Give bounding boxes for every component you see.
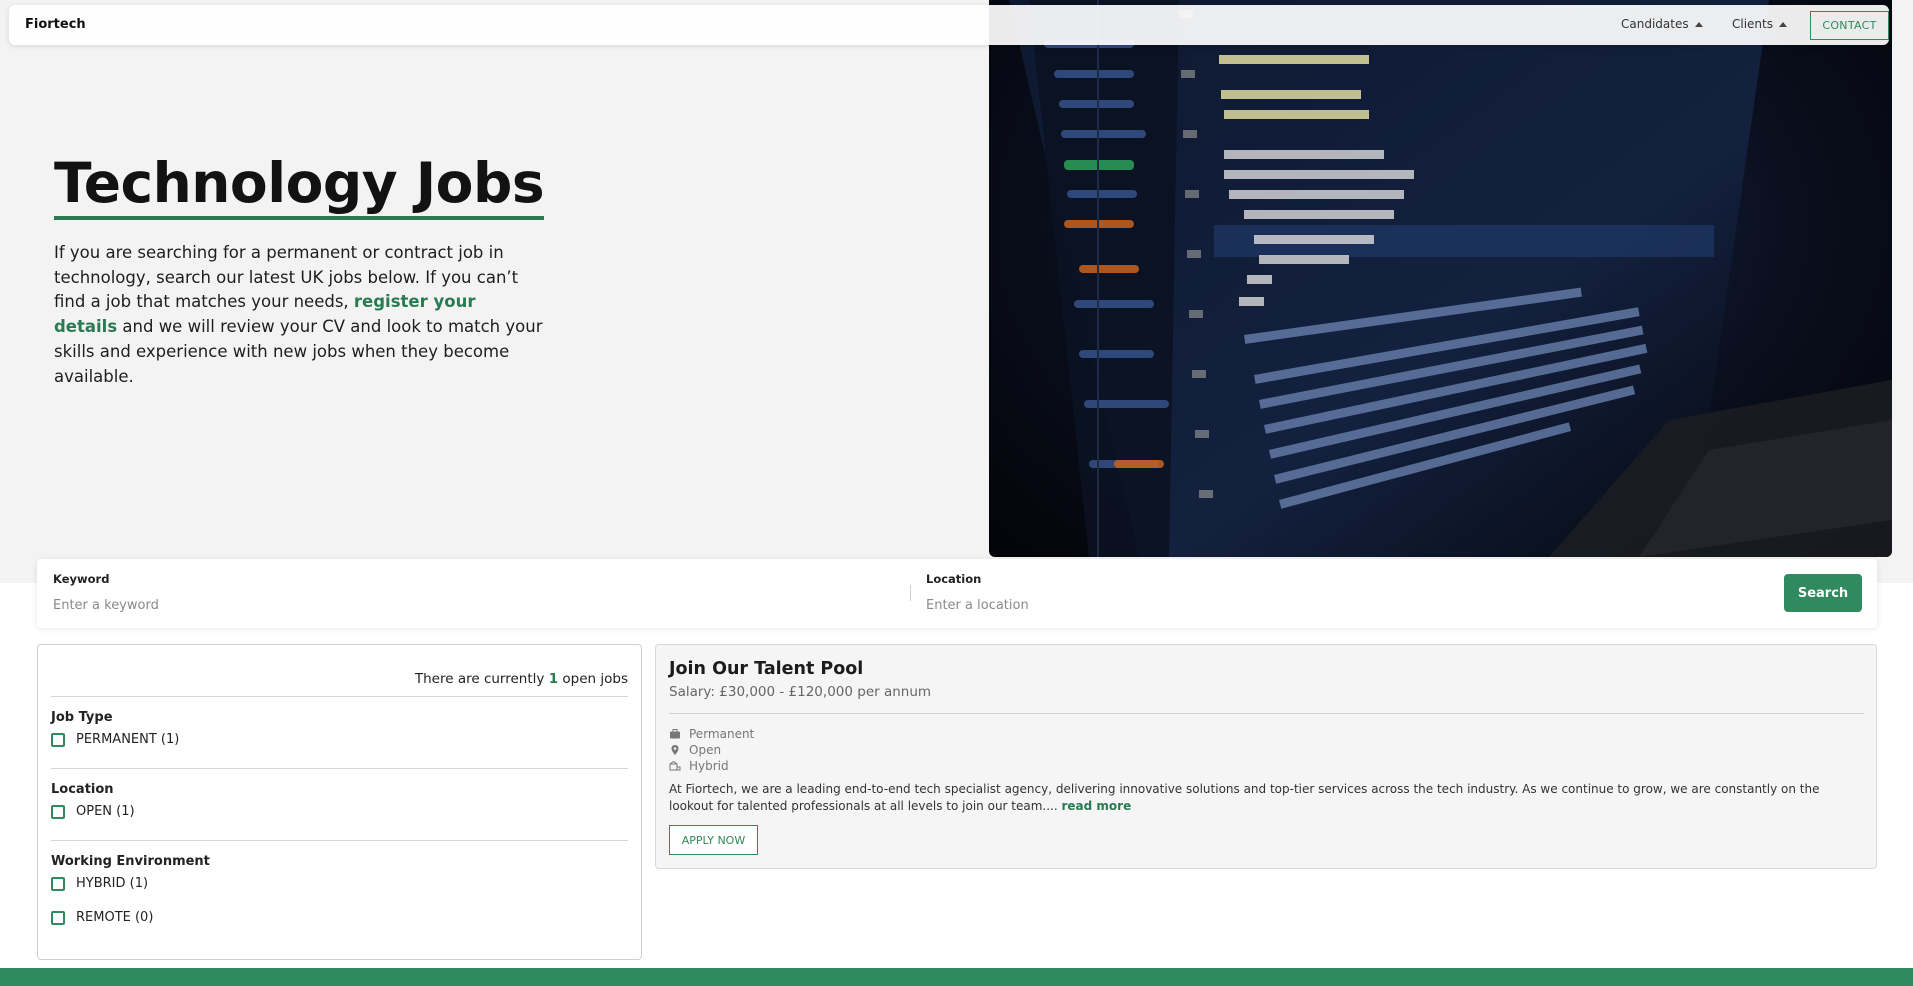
location-input[interactable] [926, 598, 1526, 613]
filter-option-open[interactable]: OPEN (1) [51, 804, 135, 819]
open-jobs-count: There are currently 1 open jobs [415, 671, 628, 687]
filter-option-label: HYBRID (1) [76, 876, 149, 891]
nav-candidates[interactable]: Candidates [1621, 17, 1703, 31]
hero-description: If you are searching for a permanent or … [54, 241, 544, 389]
count-value: 1 [548, 671, 559, 687]
filter-option-remote[interactable]: REMOTE (0) [51, 910, 153, 925]
checkbox[interactable] [51, 910, 65, 925]
filter-option-label: REMOTE (0) [76, 910, 154, 925]
job-salary: Salary: £30,000 - £120,000 per annum [669, 684, 932, 700]
filter-option-hybrid[interactable]: HYBRID (1) [51, 876, 148, 891]
job-meta-type: Permanent [669, 727, 754, 741]
hero-text-after: and we will review your CV and look to m… [54, 317, 543, 386]
job-description-text: At Fiortech, we are a leading end-to-end… [669, 782, 1820, 813]
job-divider [669, 713, 1864, 714]
brand-logo[interactable]: Fiortech [25, 17, 86, 32]
filter-divider [51, 840, 628, 841]
checkbox[interactable] [51, 876, 65, 891]
read-more-link[interactable]: read more [1062, 799, 1132, 813]
count-prefix: There are currently [414, 671, 549, 687]
job-meta-location: Open [669, 743, 721, 757]
job-location-text: Open [689, 743, 722, 757]
briefcase-icon [670, 729, 680, 739]
job-environment-text: Hybrid [689, 759, 729, 773]
location-label: Location [926, 572, 982, 586]
search-button[interactable]: Search [1784, 574, 1862, 612]
job-card: Join Our Talent Pool Salary: £30,000 - £… [655, 644, 1877, 869]
filter-option-label: OPEN (1) [76, 804, 135, 819]
job-title[interactable]: Join Our Talent Pool [669, 659, 863, 679]
job-meta-environment: Hybrid [669, 759, 729, 773]
filter-divider [51, 768, 628, 769]
keyword-input[interactable] [53, 598, 653, 613]
nav-candidates-label: Candidates [1621, 17, 1689, 31]
nav-clients[interactable]: Clients [1732, 17, 1787, 31]
top-navbar: Fiortech Candidates Clients CONTACT [9, 5, 1889, 45]
filter-heading-job-type: Job Type [51, 710, 113, 725]
filter-heading-location: Location [51, 782, 114, 797]
checkbox[interactable] [51, 804, 65, 819]
hero-image [989, 0, 1892, 557]
filters-panel: There are currently 1 open jobs Job Type… [37, 644, 642, 960]
search-divider [910, 585, 911, 601]
caret-up-icon [1779, 21, 1787, 27]
filter-heading-working-environment: Working Environment [51, 854, 210, 869]
location-field: Location [926, 572, 1526, 613]
footer-band [0, 968, 1913, 986]
filter-option-permanent[interactable]: PERMANENT (1) [51, 732, 179, 747]
nav-clients-label: Clients [1732, 17, 1773, 31]
caret-up-icon [1694, 21, 1703, 27]
filter-divider [51, 696, 628, 697]
hybrid-icon [669, 760, 681, 771]
job-search-bar: Keyword Location Search [37, 559, 1877, 628]
count-suffix: open jobs [558, 671, 628, 687]
page-title: Technology Jobs [54, 150, 545, 220]
apply-now-button[interactable]: APPLY NOW [669, 825, 758, 855]
contact-button[interactable]: CONTACT [1810, 11, 1889, 40]
job-type-text: Permanent [689, 727, 755, 741]
filter-option-label: PERMANENT (1) [76, 732, 180, 747]
map-pin-icon [671, 745, 679, 755]
checkbox[interactable] [51, 732, 65, 747]
job-description: At Fiortech, we are a leading end-to-end… [669, 781, 1864, 814]
keyword-label: Keyword [53, 572, 110, 586]
keyword-field: Keyword [53, 572, 653, 613]
code-screen-illustration [1009, 0, 1892, 557]
